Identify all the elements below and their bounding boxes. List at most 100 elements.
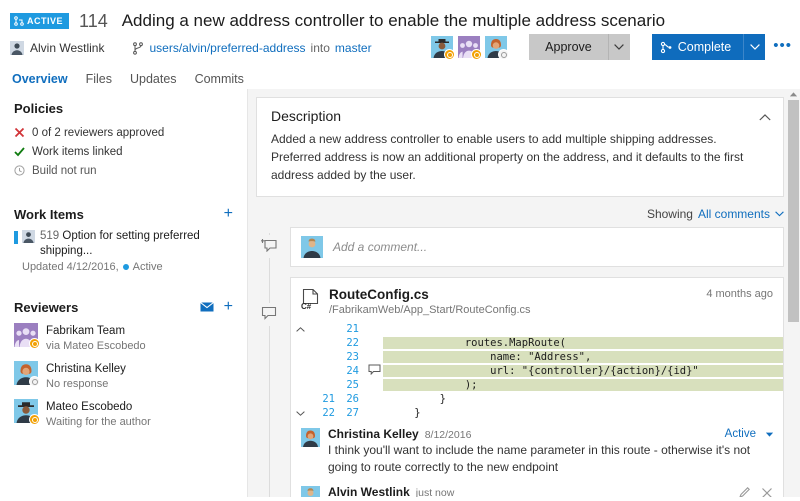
comment-author: Alvin Westlink	[328, 485, 410, 497]
policy-item-build: Build not run	[14, 161, 233, 180]
diff-code: name: "Address",	[383, 351, 783, 363]
chevron-down-icon	[296, 411, 305, 416]
diff-new-line-number: 22	[335, 337, 365, 349]
timeline-rail	[269, 233, 270, 497]
scrollbar-thumb[interactable]	[788, 100, 799, 322]
chevron-down-icon	[614, 44, 624, 50]
add-work-item-button[interactable]: +	[224, 206, 233, 222]
diff-line: 21 26 }	[291, 392, 783, 406]
thread-timestamp: 4 months ago	[706, 288, 773, 300]
vertical-scrollbar[interactable]	[787, 89, 800, 497]
chevron-up-icon	[790, 92, 797, 97]
policy-item-label: Work items linked	[32, 146, 123, 158]
description-title: Description	[271, 108, 769, 124]
sidebar: Policies 0 of 2 reviewers approved Work …	[0, 89, 248, 497]
waiting-badge	[444, 49, 455, 60]
comment-status-dropdown[interactable]: Active	[725, 428, 756, 440]
collapse-description-button[interactable]	[759, 110, 771, 124]
reviewer-avatar-mateo[interactable]	[431, 36, 453, 58]
policy-item-workitems: Work items linked	[14, 142, 233, 161]
work-item-id: 519	[40, 230, 59, 242]
reviewer-row-christina-kelley[interactable]: Christina Kelley No response	[14, 361, 233, 391]
comment-item: Alvin Westlink just now wow, good catch …	[291, 478, 783, 497]
reviewer-name: Christina Kelley	[46, 363, 126, 375]
complete-dropdown-button[interactable]	[743, 34, 765, 60]
expand-up-button[interactable]	[291, 323, 309, 335]
thread-file-name: RouteConfig.cs	[329, 287, 429, 302]
no-response-badge	[29, 376, 40, 387]
source-branch-link[interactable]: users/alvin/preferred-address	[149, 41, 305, 55]
check-icon	[14, 146, 25, 157]
edit-comment-icon[interactable]	[738, 486, 751, 497]
diff-line: 25 );	[291, 378, 783, 392]
reviewer-avatar-christina[interactable]	[485, 36, 507, 58]
waiting-badge	[29, 338, 40, 349]
tab-commits[interactable]: Commits	[195, 72, 244, 89]
chevron-up-icon	[759, 114, 771, 121]
status-badge-label: ACTIVE	[27, 16, 63, 26]
expand-down-button[interactable]	[291, 407, 309, 419]
avatar	[14, 399, 38, 423]
pr-body: Policies 0 of 2 reviewers approved Work …	[0, 89, 800, 497]
diff-line: 23 name: "Address",	[291, 350, 783, 364]
work-item-updated: Updated 4/12/2016,	[22, 261, 119, 273]
delete-comment-icon[interactable]	[761, 487, 773, 498]
scroll-up-button[interactable]	[787, 89, 800, 99]
diff-old-line-number: 22	[309, 407, 335, 419]
new-comment-box[interactable]: Add a comment...	[290, 227, 784, 267]
complete-button[interactable]: Complete	[652, 34, 766, 60]
mail-icon[interactable]	[200, 300, 214, 315]
diff-new-line-number: 24	[335, 365, 365, 377]
page-title: Adding a new address controller to enabl…	[122, 11, 665, 31]
add-reviewer-button[interactable]: +	[224, 299, 233, 315]
policy-item-label: 0 of 2 reviewers approved	[32, 127, 164, 139]
waiting-badge	[29, 414, 40, 425]
reviewer-row-fabrikam-team[interactable]: Fabrikam Team via Mateo Escobedo	[14, 323, 233, 353]
showing-value[interactable]: All comments	[698, 207, 770, 221]
thread-file-header[interactable]: C# RouteConfig.cs /FabrikamWeb/App_Start…	[291, 278, 783, 322]
diff-line: 22 27 }	[291, 406, 783, 420]
diff-new-line-number: 27	[335, 407, 365, 419]
reviewer-avatars	[431, 36, 519, 58]
diff-code: url: "{controller}/{action}/{id}"	[383, 365, 783, 377]
reviewer-name: Fabrikam Team	[46, 325, 125, 337]
chevron-up-icon	[296, 327, 305, 332]
reviewers-title: Reviewers	[14, 300, 78, 315]
thread-file-path: /FabrikamWeb/App_Start/RouteConfig.cs	[329, 304, 531, 316]
more-actions-button[interactable]: •••	[773, 38, 792, 57]
work-item-row[interactable]: 519 Option for setting preferred shippin…	[14, 229, 233, 273]
description-card: Description Added a new address controll…	[256, 97, 784, 197]
reviewer-status: No response	[46, 378, 108, 390]
approve-dropdown-button[interactable]	[608, 34, 630, 60]
approve-button-label: Approve	[529, 40, 608, 54]
diff-old-line-number: 21	[309, 393, 335, 405]
diff-code: }	[383, 393, 783, 405]
avatar	[10, 41, 24, 55]
policies-title: Policies	[14, 101, 63, 116]
comment-text: I think you'll want to include the name …	[328, 442, 773, 476]
tab-updates[interactable]: Updates	[130, 72, 177, 89]
reviewer-status: Waiting for the author	[46, 416, 151, 428]
waiting-badge	[471, 49, 482, 60]
chevron-down-icon[interactable]	[775, 211, 784, 217]
work-items-title: Work Items	[14, 207, 84, 222]
approve-button[interactable]: Approve	[529, 34, 630, 60]
diff-new-line-number: 25	[335, 379, 365, 391]
pr-title-row: ACTIVE 114 Adding a new address controll…	[10, 8, 790, 34]
target-branch-link[interactable]: master	[335, 41, 372, 55]
avatar	[301, 486, 320, 497]
pr-header: ACTIVE 114 Adding a new address controll…	[0, 0, 800, 89]
chevron-down-icon[interactable]	[766, 432, 773, 437]
tab-files[interactable]: Files	[86, 72, 112, 89]
diff-comment-icon[interactable]	[365, 364, 383, 378]
x-icon	[14, 127, 25, 138]
tab-overview[interactable]: Overview	[12, 72, 68, 89]
header-actions: Approve Complete	[431, 34, 792, 60]
pr-author: Alvin Westlink	[30, 41, 104, 55]
work-item-state: Active	[133, 261, 163, 273]
description-text: Added a new address controller to enable…	[271, 130, 769, 184]
policy-item-label: Build not run	[32, 165, 97, 177]
reviewer-row-mateo-escobedo[interactable]: Mateo Escobedo Waiting for the author	[14, 399, 233, 429]
diff-new-line-number: 23	[335, 351, 365, 363]
reviewer-avatar-fabrikam-team[interactable]	[458, 36, 480, 58]
